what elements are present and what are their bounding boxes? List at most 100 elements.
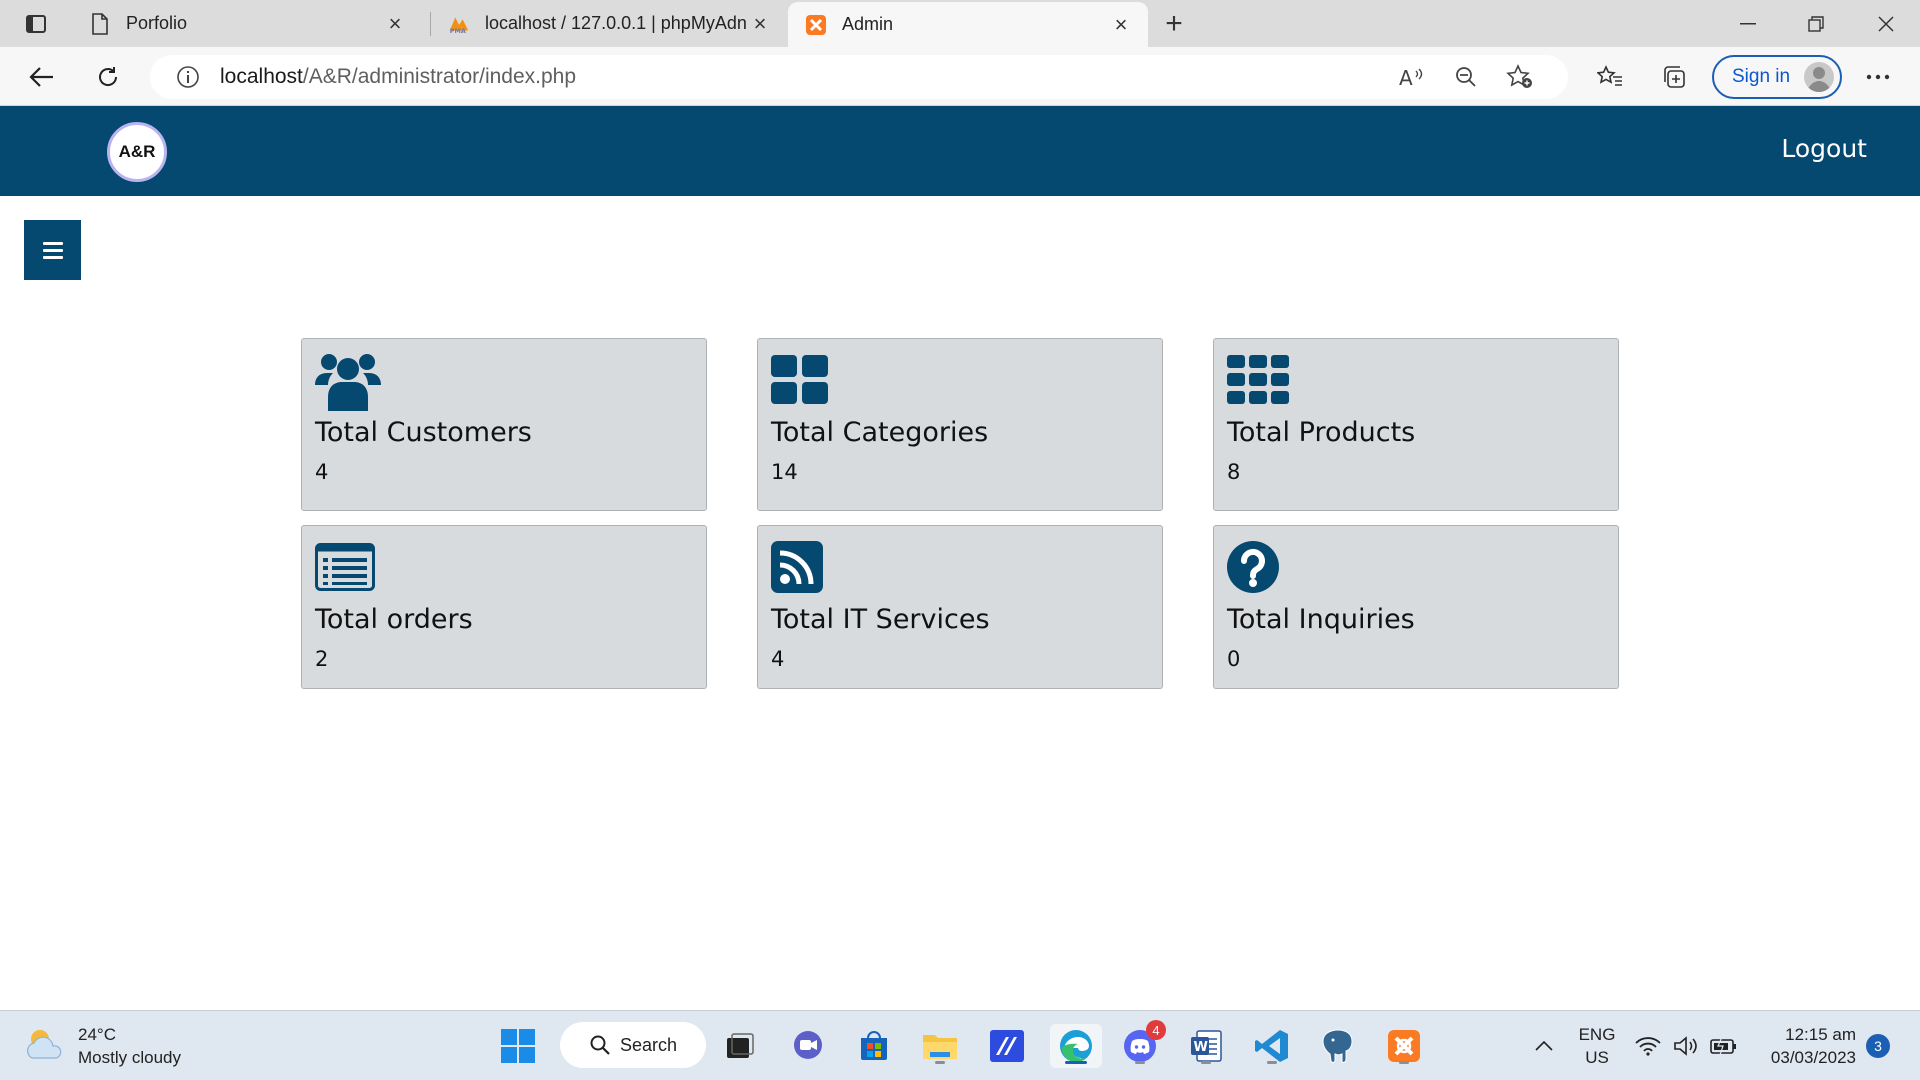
partly-cloudy-icon [24,1026,64,1067]
language-line1: ENG [1578,1025,1616,1044]
url-text[interactable]: localhost/A&R/administrator/index.php [220,65,576,89]
more-options-icon[interactable] [1860,59,1896,95]
close-window-button[interactable] [1852,0,1920,47]
url-path: /A&R/administrator/index.php [302,65,577,88]
address-bar[interactable]: localhost/A&R/administrator/index.php A [150,55,1568,99]
battery-icon[interactable] [1706,1024,1742,1068]
close-icon[interactable]: × [749,11,771,36]
card-total-products[interactable]: Total Products 8 [1213,338,1619,511]
minimize-button[interactable] [1714,0,1782,47]
running-indicator [935,1061,945,1064]
refresh-button[interactable] [90,59,126,95]
rss-icon [771,536,1149,598]
read-aloud-icon[interactable]: A [1394,59,1430,95]
language-indicator[interactable]: ENG US [1574,1023,1620,1069]
active-indicator [1065,1061,1087,1064]
svg-text:A: A [1399,66,1413,88]
word-icon[interactable]: W [1184,1024,1228,1068]
tab-phpmyadmin[interactable]: PMA localhost / 127.0.0.1 | phpMyAdn × [431,0,787,47]
card-total-categories[interactable]: Total Categories 14 [757,338,1163,511]
card-total-orders[interactable]: Total orders 2 [301,525,707,689]
running-indicator [1267,1061,1277,1064]
volume-icon[interactable] [1668,1024,1704,1068]
card-title: Total Categories [771,417,989,448]
teams-chat-icon[interactable] [786,1024,830,1068]
close-icon[interactable]: × [1110,12,1132,37]
card-value: 14 [771,460,798,484]
xampp-icon[interactable] [1382,1024,1426,1068]
site-logo[interactable]: A&R [107,122,167,182]
tab-portfolio[interactable]: Porfolio × [72,0,422,47]
add-favorite-icon[interactable] [1502,59,1538,95]
card-total-inquiries[interactable]: Total Inquiries 0 [1213,525,1619,689]
discord-badge: 4 [1146,1020,1166,1040]
postgresql-icon[interactable] [1316,1024,1360,1068]
system-clock[interactable]: 12:15 am 03/03/2023 [1752,1023,1856,1069]
running-indicator [1135,1061,1145,1064]
file-explorer-icon[interactable] [918,1024,962,1068]
vscode-icon[interactable] [1250,1024,1294,1068]
card-value: 4 [315,460,329,484]
weather-temp: 24°C [78,1025,116,1044]
tab-title: localhost / 127.0.0.1 | phpMyAdn [485,13,747,33]
start-button[interactable] [496,1024,540,1068]
edge-browser-icon[interactable] [1050,1024,1102,1068]
wifi-icon[interactable] [1630,1024,1666,1068]
avatar [1804,62,1834,92]
info-icon[interactable] [174,63,202,91]
restore-button[interactable] [1782,0,1850,47]
sign-in-button[interactable]: Sign in [1712,55,1842,99]
browser-tab-strip: Porfolio × PMA localhost / 127.0.0.1 | p… [0,0,1920,47]
logo-text: A&R [118,142,156,161]
card-title: Total Customers [315,417,532,448]
card-value: 0 [1227,647,1241,671]
svg-text:W: W [1194,1040,1208,1055]
collections-icon[interactable] [1656,59,1692,95]
show-hidden-icons-chevron-icon[interactable] [1522,1024,1566,1068]
taskbar-search[interactable]: Search [560,1022,706,1068]
page-icon [88,12,112,36]
slack-like-app-icon[interactable] [985,1024,1029,1068]
phpmyadmin-icon: PMA [447,12,471,36]
zoom-out-icon[interactable] [1448,59,1484,95]
tab-actions-icon[interactable] [14,8,58,40]
running-indicator [1399,1061,1409,1064]
logout-link[interactable]: Logout [1781,134,1867,163]
card-total-it-services[interactable]: Total IT Services 4 [757,525,1163,689]
card-total-customers[interactable]: Total Customers 4 [301,338,707,511]
site-header: A&R Logout [0,106,1920,196]
search-icon [590,1035,610,1055]
url-host: localhost [220,65,303,88]
discord-icon[interactable]: 4 [1118,1020,1166,1068]
tab-title: Porfolio [126,13,188,33]
question-icon [1227,536,1605,598]
grid-large-icon [771,349,1149,411]
tab-admin[interactable]: Admin × [788,2,1148,47]
clock-date: 03/03/2023 [1770,1048,1856,1067]
card-value: 8 [1227,460,1241,484]
new-tab-button[interactable]: + [1158,7,1190,40]
search-label: Search [620,1034,678,1055]
sidebar-toggle-button[interactable] [24,220,81,280]
hamburger-icon-bar [42,248,63,252]
users-icon [315,349,693,411]
clock-time: 12:15 am [1785,1025,1856,1044]
grid-small-icon [1227,349,1605,411]
weather-desc: Mostly cloudy [78,1048,181,1067]
task-view-icon[interactable] [718,1024,762,1068]
tab-title: Admin [842,14,894,34]
xampp-icon [804,13,828,37]
weather-widget[interactable]: 24°C Mostly cloudy [24,1023,181,1069]
svg-text:PMA: PMA [450,27,466,35]
notification-badge[interactable]: 3 [1866,1034,1890,1058]
card-value: 2 [315,647,329,671]
close-icon[interactable]: × [384,11,406,36]
hamburger-icon [42,241,63,245]
favorites-icon[interactable] [1592,59,1628,95]
browser-toolbar: localhost/A&R/administrator/index.php A … [0,47,1920,106]
language-line2: US [1585,1048,1609,1067]
microsoft-store-icon[interactable] [852,1024,896,1068]
back-button[interactable] [24,59,60,95]
card-title: Total IT Services [771,604,990,635]
hamburger-icon-bar [42,255,63,259]
